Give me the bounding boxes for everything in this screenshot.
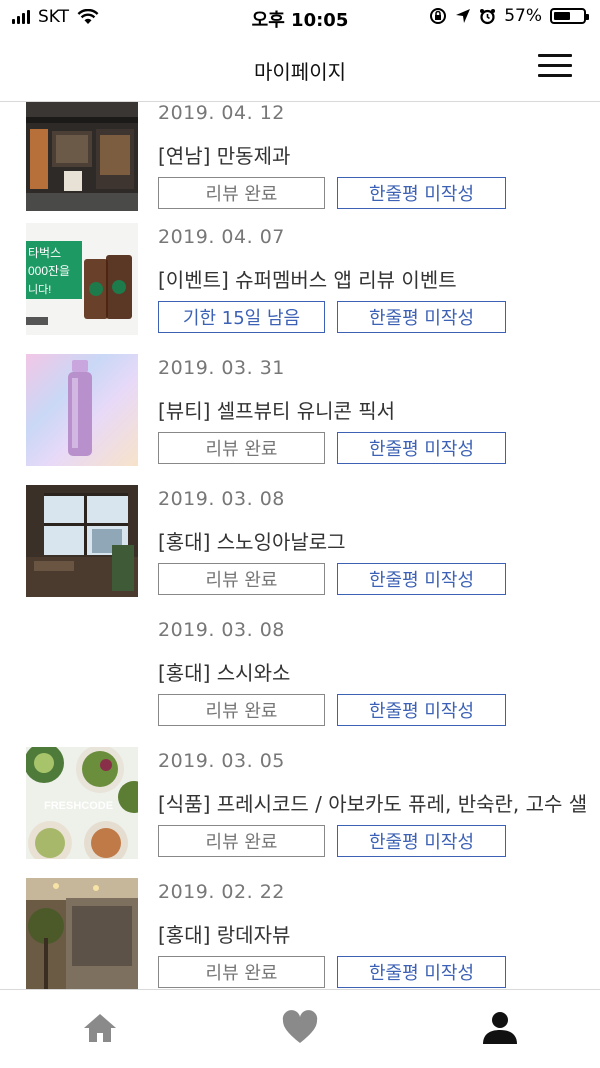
- starbucks-coffee-banner-image: 타벅스 000잔을 니다!: [26, 223, 138, 335]
- battery-icon: [550, 8, 589, 24]
- item-date: 2019. 03. 31: [158, 357, 285, 379]
- list-item[interactable]: FRESHCODE 2019. 03. 05 [식품] 프레시코드 / 아보카도…: [0, 747, 600, 878]
- page-title: 마이페이지: [254, 60, 346, 84]
- salad-bowls-image: FRESHCODE: [26, 747, 138, 859]
- thumbnail-cafe-interior-stone-wall[interactable]: [26, 878, 138, 989]
- item-title[interactable]: [홍대] 스시와소: [158, 657, 290, 686]
- item-date: 2019. 02. 22: [158, 881, 285, 903]
- item-title[interactable]: [홍대] 스노잉아날로그: [158, 526, 346, 555]
- short-review-button[interactable]: 한줄평 미작성: [337, 563, 506, 595]
- item-title[interactable]: [연남] 만동제과: [158, 140, 290, 169]
- tab-bar: [0, 989, 600, 1068]
- hamburger-menu-icon[interactable]: [538, 54, 574, 78]
- item-title[interactable]: [식품] 프레시코드 / 아보카도 퓨레, 반숙란, 고수 샐: [158, 788, 587, 817]
- list-item[interactable]: 2019. 03. 08 [홍대] 스노잉아날로그 리뷰 완료 한줄평 미작성: [0, 485, 600, 616]
- battery-level: [554, 12, 570, 20]
- orientation-lock-icon: [430, 8, 447, 24]
- home-icon[interactable]: [80, 1008, 120, 1048]
- deadline-status-button[interactable]: 기한 15일 남음: [158, 301, 325, 333]
- cosmetic-bottle-image: [26, 354, 138, 466]
- location-icon: [456, 9, 471, 23]
- review-status-button[interactable]: 리뷰 완료: [158, 825, 325, 857]
- status-right: 57%: [429, 6, 589, 26]
- cafe-window-image: [26, 485, 138, 597]
- review-status-button[interactable]: 리뷰 완료: [158, 563, 325, 595]
- alarm-icon: [480, 8, 496, 24]
- review-status-button[interactable]: 리뷰 완료: [158, 177, 325, 209]
- review-status-button[interactable]: 리뷰 완료: [158, 956, 325, 988]
- list-item[interactable]: 타벅스 000잔을 니다! 2019. 04. 07 [이벤트] 슈퍼멤버스 앱…: [0, 223, 600, 354]
- list-item[interactable]: 2019. 03. 08 [홍대] 스시와소 리뷰 완료 한줄평 미작성: [0, 616, 600, 747]
- item-date: 2019. 03. 05: [158, 750, 285, 772]
- short-review-button[interactable]: 한줄평 미작성: [337, 177, 506, 209]
- review-status-button[interactable]: 리뷰 완료: [158, 694, 325, 726]
- item-title[interactable]: [이벤트] 슈퍼멤버스 앱 리뷰 이벤트: [158, 264, 457, 293]
- thumbnail-salad-bowls[interactable]: FRESHCODE: [26, 747, 138, 859]
- banner-text-1: 타벅스: [28, 246, 61, 260]
- heart-icon[interactable]: [280, 1008, 320, 1048]
- banner-text-2: 000잔을: [28, 264, 70, 278]
- review-status-button[interactable]: 리뷰 완료: [158, 432, 325, 464]
- thumbnail-cosmetic-bottle[interactable]: [26, 354, 138, 466]
- item-date: 2019. 03. 08: [158, 619, 285, 641]
- short-review-button[interactable]: 한줄평 미작성: [337, 956, 506, 988]
- item-title[interactable]: [뷰티] 셀프뷰티 유니콘 픽서: [158, 395, 395, 424]
- item-title[interactable]: [홍대] 랑데자뷰: [158, 919, 290, 948]
- short-review-button[interactable]: 한줄평 미작성: [337, 825, 506, 857]
- thumbnail-starbucks-coffee-banner[interactable]: 타벅스 000잔을 니다!: [26, 223, 138, 335]
- item-date: 2019. 04. 07: [158, 226, 285, 248]
- person-icon[interactable]: [480, 1008, 520, 1048]
- list-item[interactable]: 2019. 04. 12 [연남] 만동제과 리뷰 완료 한줄평 미작성: [0, 102, 600, 230]
- item-date: 2019. 04. 12: [158, 102, 285, 124]
- battery-percent: 57%: [504, 6, 542, 26]
- status-bar: SKT 오후 10:05 57%: [0, 0, 600, 34]
- item-date: 2019. 03. 08: [158, 488, 285, 510]
- banner-text-3: 니다!: [28, 283, 51, 296]
- bakery-storefront-image: [26, 102, 138, 211]
- list-item[interactable]: 2019. 03. 31 [뷰티] 셀프뷰티 유니콘 픽서 리뷰 완료 한줄평 …: [0, 354, 600, 485]
- cafe-interior-image: [26, 878, 138, 989]
- freshcode-logo-text: FRESHCODE: [44, 800, 113, 812]
- short-review-button[interactable]: 한줄평 미작성: [337, 432, 506, 464]
- review-list[interactable]: 2019. 04. 12 [연남] 만동제과 리뷰 완료 한줄평 미작성 타벅스…: [0, 102, 600, 989]
- thumbnail-bakery-storefront[interactable]: [26, 102, 138, 211]
- short-review-button[interactable]: 한줄평 미작성: [337, 301, 506, 333]
- short-review-button[interactable]: 한줄평 미작성: [337, 694, 506, 726]
- list-item[interactable]: 2019. 02. 22 [홍대] 랑데자뷰 리뷰 완료 한줄평 미작성: [0, 878, 600, 989]
- thumbnail-cafe-window[interactable]: [26, 485, 138, 597]
- navigation-bar: 마이페이지: [0, 34, 600, 102]
